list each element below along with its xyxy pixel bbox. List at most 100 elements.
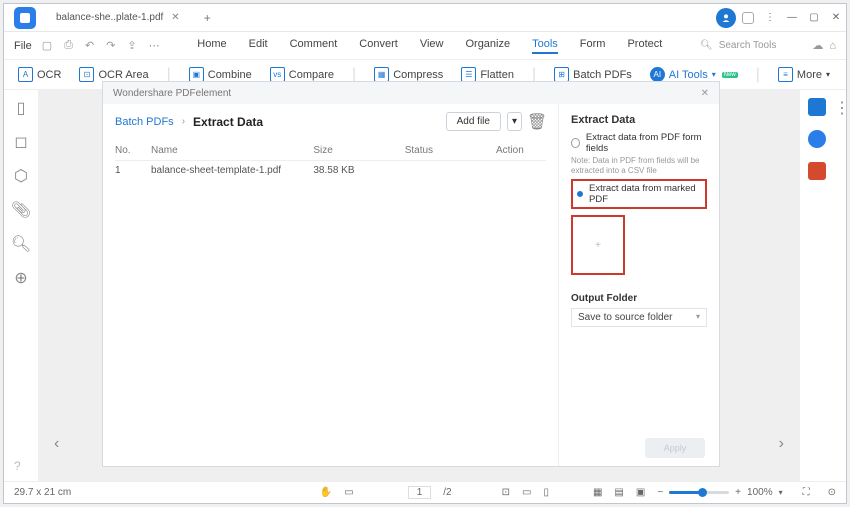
- compress-button[interactable]: ▦Compress: [374, 67, 443, 82]
- share-icon[interactable]: ⇪: [127, 39, 136, 52]
- fit-icon-2[interactable]: ▭: [522, 487, 531, 498]
- redo-icon[interactable]: ↷: [106, 39, 115, 52]
- batch-button[interactable]: ⊞Batch PDFs: [554, 67, 632, 82]
- menu-form[interactable]: Form: [580, 38, 606, 54]
- batch-modal: Wondershare PDFelement ✕ Batch PDFs › Ex…: [102, 81, 720, 467]
- options-note: Note: Data in PDF from fields will be ex…: [571, 156, 707, 175]
- ocr-button[interactable]: AOCR: [18, 67, 61, 82]
- file-menu[interactable]: File: [14, 40, 32, 52]
- chevron-down-icon: ▾: [712, 70, 716, 79]
- fullscreen-icon[interactable]: ⛶: [803, 487, 810, 498]
- combine-button[interactable]: ▣Combine: [189, 67, 252, 82]
- modal-footer: Apply: [645, 438, 705, 458]
- attachment-icon[interactable]: 📎︎: [11, 200, 31, 220]
- bookmark-icon[interactable]: ◻: [14, 132, 27, 152]
- maximize-icon[interactable]: ▢: [804, 8, 824, 28]
- minimize-icon[interactable]: —: [782, 8, 802, 28]
- menu-protect[interactable]: Protect: [627, 38, 662, 54]
- close-window-icon[interactable]: ✕: [826, 8, 846, 28]
- ocr-icon: A: [18, 67, 33, 82]
- ai-tools-button[interactable]: AIAI Tools▾New: [650, 67, 738, 82]
- batch-icon: ⊞: [554, 67, 569, 82]
- flatten-button[interactable]: ☰Flatten: [461, 67, 514, 82]
- home-icon[interactable]: ⌂: [829, 40, 836, 52]
- settings-rail[interactable]: ⋮⋮: [834, 90, 846, 481]
- select-tool-icon[interactable]: ▭: [344, 487, 353, 498]
- undo-icon[interactable]: ↶: [85, 39, 94, 52]
- view-mode-2[interactable]: ▤: [614, 487, 623, 498]
- compare-button[interactable]: vsCompare: [270, 67, 334, 82]
- option-form-fields[interactable]: Extract data from PDF form fields: [571, 132, 707, 154]
- chevron-down-icon[interactable]: ▾: [779, 488, 783, 497]
- col-name: Name: [151, 145, 313, 156]
- modal-close-icon[interactable]: ✕: [701, 88, 709, 99]
- print-icon[interactable]: ⎙: [64, 39, 73, 52]
- more-quick-icon[interactable]: ⋯: [149, 39, 160, 52]
- cell-action: [496, 165, 546, 176]
- prev-page-icon[interactable]: ‹: [54, 435, 59, 453]
- fit-icon-1[interactable]: ⊡: [502, 487, 510, 498]
- zoom-slider[interactable]: [669, 491, 729, 494]
- view-mode-3[interactable]: ▣: [636, 487, 645, 498]
- new-tab-icon[interactable]: +: [204, 11, 211, 25]
- table-row[interactable]: 1 balance-sheet-template-1.pdf 38.58 KB: [115, 161, 546, 180]
- hand-tool-icon[interactable]: ✋: [320, 487, 332, 498]
- page-icon[interactable]: ▯: [17, 98, 26, 118]
- search-label: Search Tools: [719, 40, 777, 51]
- ocr-area-button[interactable]: ⊡OCR Area: [79, 67, 148, 82]
- add-file-dropdown[interactable]: ▾: [507, 112, 522, 131]
- more-button[interactable]: ≡More▾: [778, 67, 830, 82]
- panel-ai-icon[interactable]: [808, 130, 826, 148]
- cloud-icon[interactable]: ☁: [812, 39, 823, 52]
- menu-view[interactable]: View: [420, 38, 444, 54]
- add-area-button[interactable]: +: [571, 215, 625, 275]
- options-heading: Extract Data: [571, 114, 707, 126]
- output-folder-select[interactable]: Save to source folder ▾: [571, 308, 707, 327]
- crumb-root[interactable]: Batch PDFs: [115, 116, 174, 128]
- user-avatar-icon[interactable]: [716, 8, 736, 28]
- file-list-pane: Batch PDFs › Extract Data Add file ▾ 🗑︎ …: [103, 104, 558, 466]
- menu-organize[interactable]: Organize: [465, 38, 510, 54]
- menu-home[interactable]: Home: [197, 38, 226, 54]
- menu-edit[interactable]: Edit: [249, 38, 268, 54]
- next-page-icon[interactable]: ›: [779, 435, 784, 453]
- document-tab[interactable]: balance-she..plate-1.pdf ✕: [46, 7, 190, 29]
- close-tab-icon[interactable]: ✕: [171, 12, 179, 23]
- add-file-button[interactable]: Add file: [446, 112, 501, 131]
- window-action-icon[interactable]: [738, 8, 758, 28]
- app-logo: [14, 7, 36, 29]
- read-mode-icon[interactable]: ⊙: [828, 487, 836, 498]
- col-size: Size: [313, 145, 404, 156]
- zoom-in-icon[interactable]: +: [735, 487, 741, 498]
- kebab-menu-icon[interactable]: ⋮: [760, 8, 780, 28]
- col-status: Status: [405, 145, 496, 156]
- ai-icon: AI: [650, 67, 665, 82]
- chevron-down-icon: ▾: [696, 312, 700, 323]
- breadcrumb: Batch PDFs › Extract Data Add file ▾ 🗑︎: [115, 112, 546, 131]
- panel-icon-3[interactable]: [808, 162, 826, 180]
- help-icon[interactable]: ?: [14, 459, 21, 473]
- col-action: Action: [496, 145, 546, 156]
- menu-tools[interactable]: Tools: [532, 38, 558, 54]
- options-icon[interactable]: ⊕: [14, 268, 27, 288]
- save-icon[interactable]: ▢: [42, 39, 52, 52]
- menu-comment[interactable]: Comment: [290, 38, 338, 54]
- zoom-controls: − + 100% ▾: [657, 487, 782, 498]
- option-marked-highlight: Extract data from marked PDF: [571, 179, 707, 209]
- fit-icon-3[interactable]: ▯: [543, 487, 549, 498]
- view-mode-1[interactable]: ▦: [593, 487, 602, 498]
- apply-button[interactable]: Apply: [645, 438, 705, 458]
- window-controls: ⋮ — ▢ ✕: [716, 8, 846, 28]
- shield-icon[interactable]: ⬡: [14, 166, 28, 186]
- search-tools[interactable]: 🔍︎ Search Tools: [700, 40, 776, 51]
- search-side-icon[interactable]: 🔍︎: [11, 234, 31, 254]
- crumb-current: Extract Data: [193, 115, 263, 129]
- menu-convert[interactable]: Convert: [359, 38, 398, 54]
- page-input[interactable]: 1: [408, 486, 432, 499]
- options-pane: Extract Data Extract data from PDF form …: [559, 104, 719, 466]
- plus-icon: +: [595, 240, 601, 251]
- option-marked-pdf[interactable]: Extract data from marked PDF: [577, 183, 701, 205]
- zoom-out-icon[interactable]: −: [657, 487, 663, 498]
- panel-icon-1[interactable]: [808, 98, 826, 116]
- delete-icon[interactable]: 🗑︎: [528, 113, 546, 131]
